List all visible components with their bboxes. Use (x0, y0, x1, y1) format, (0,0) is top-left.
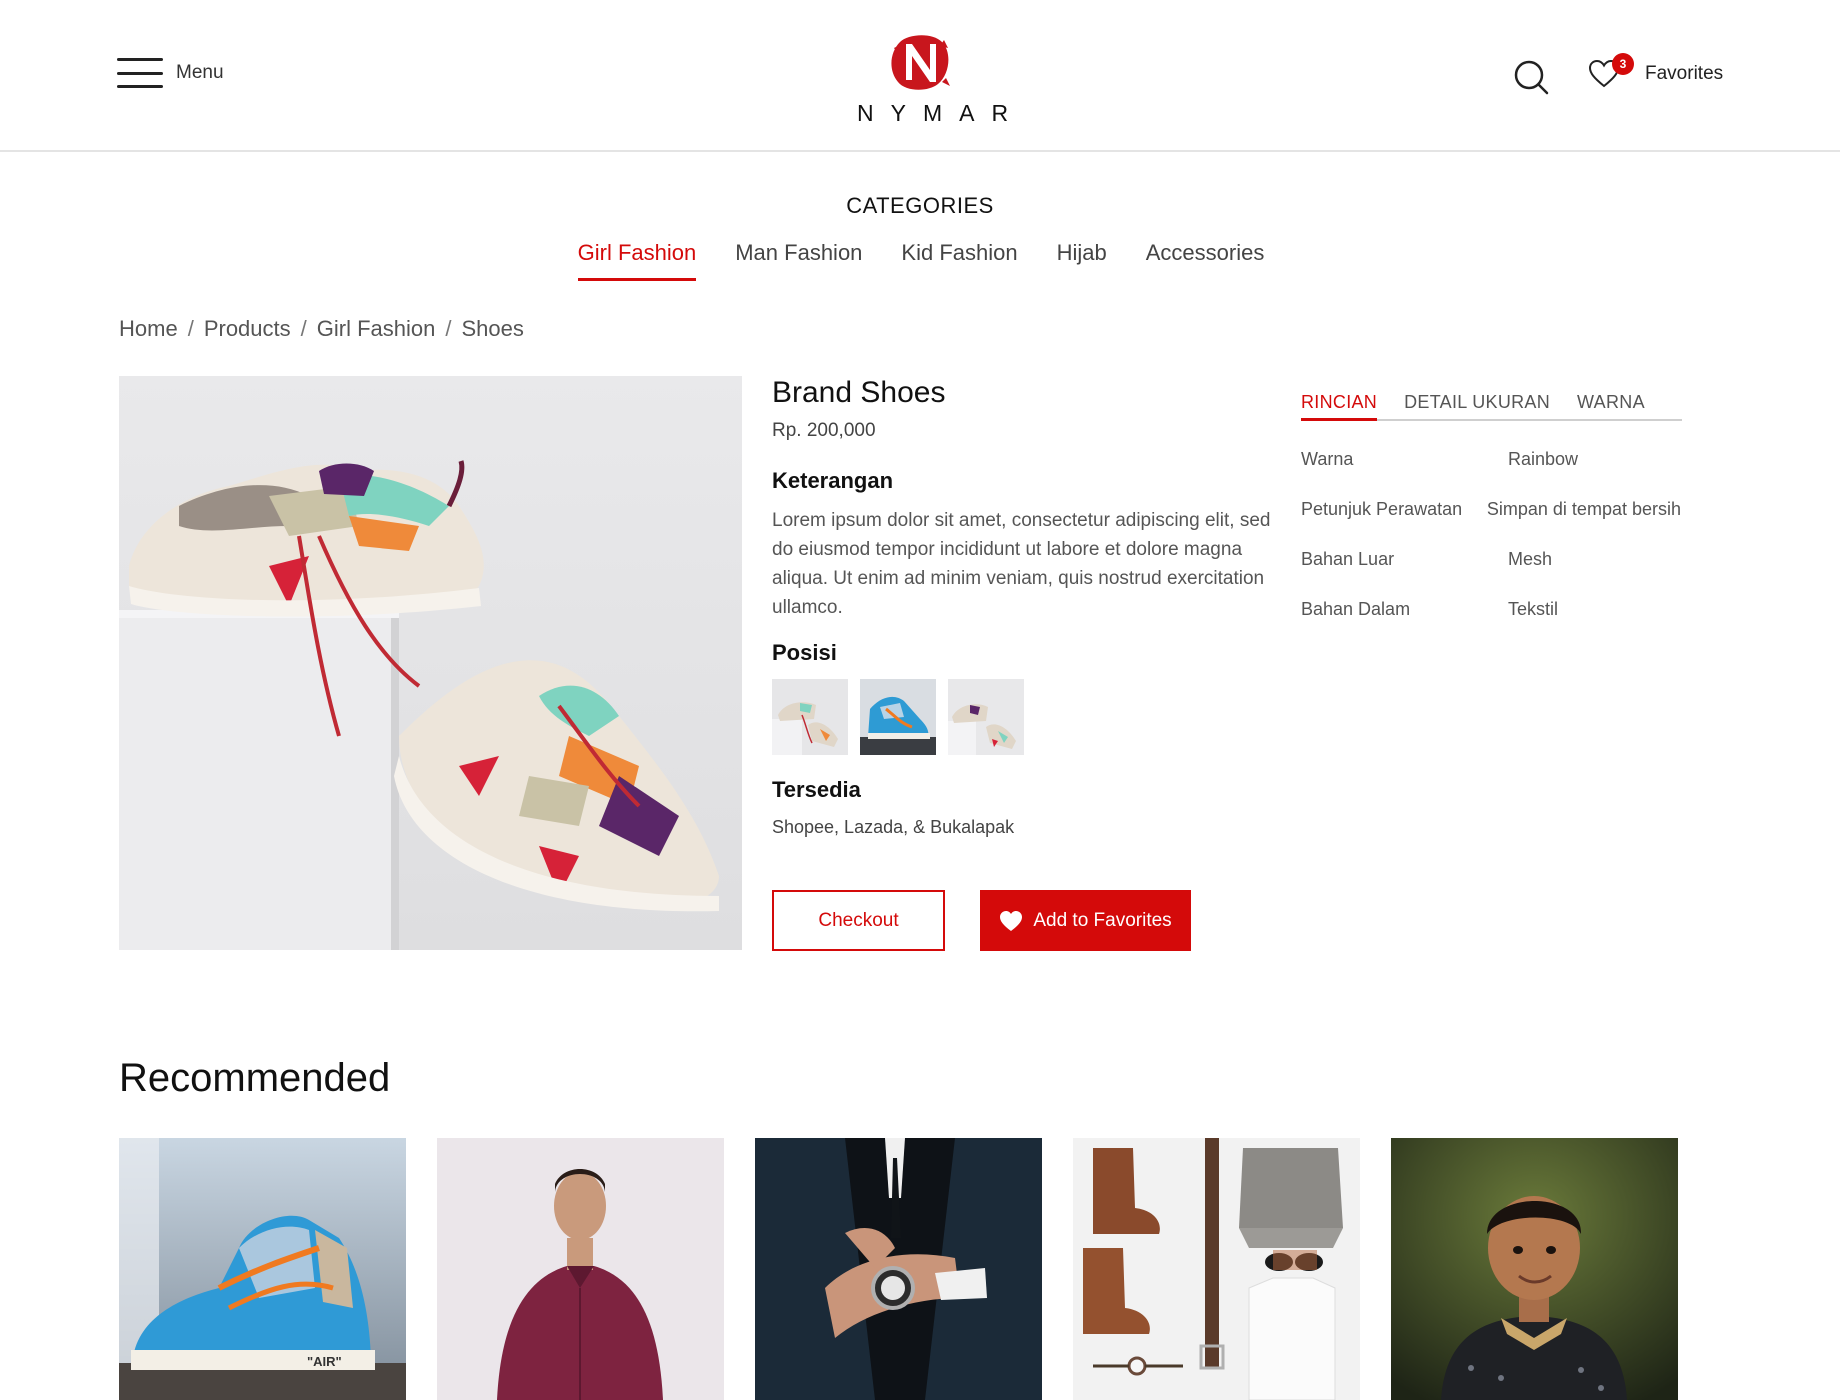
tab-warna[interactable]: WARNA (1577, 392, 1645, 419)
spec-key: Warna (1301, 449, 1354, 469)
breadcrumb-home[interactable]: Home (119, 316, 178, 342)
available-marketplaces: Shopee, Lazada, & Bukalapak (772, 817, 1015, 837)
add-to-favorites-button[interactable]: Add to Favorites (980, 890, 1191, 951)
product-actions: Checkout Add to Favorites (772, 890, 1191, 951)
category-tabs: Girl Fashion Man Fashion Kid Fashion Hij… (0, 240, 1840, 281)
spec-value: Tekstil (1508, 599, 1559, 619)
checkout-button[interactable]: Checkout (772, 890, 945, 951)
spec-key: Petunjuk Perawatan (1301, 499, 1463, 519)
spec-key: Bahan Luar (1301, 549, 1395, 569)
search-button[interactable] (1512, 58, 1550, 96)
spec-key: Bahan Dalam (1301, 599, 1411, 619)
tab-girl-fashion[interactable]: Girl Fashion (577, 240, 697, 281)
menu-label: Menu (176, 62, 224, 83)
thumbnail-1[interactable] (772, 679, 848, 755)
position-heading: Posisi (772, 640, 837, 665)
breadcrumb-girl-fashion[interactable]: Girl Fashion (317, 316, 436, 342)
tab-accessories[interactable]: Accessories (1146, 240, 1265, 281)
svg-text:"AIR": "AIR" (307, 1354, 342, 1369)
product-title: Brand Shoes (772, 376, 946, 409)
recommended-item-sneaker[interactable]: "AIR" (119, 1138, 406, 1400)
tab-hijab[interactable]: Hijab (1057, 240, 1107, 281)
site-header: Menu NYMAR 3 Favorites (0, 0, 1840, 152)
favorites-count-badge: 3 (1612, 53, 1634, 75)
spec-value: Rainbow (1508, 449, 1579, 469)
search-icon (1514, 60, 1549, 95)
recommended-item-flat-lay[interactable] (1073, 1138, 1360, 1400)
position-thumbnails (772, 679, 1272, 755)
spec-value: Mesh (1508, 549, 1553, 569)
hamburger-icon (117, 58, 163, 88)
categories-title: CATEGORIES (846, 193, 994, 218)
product-description: Lorem ipsum dolor sit amet, consectetur … (772, 510, 1271, 618)
recommended-item-kid[interactable] (1391, 1138, 1678, 1400)
thumbnail-2[interactable] (860, 679, 936, 755)
breadcrumb-shoes[interactable]: Shoes (461, 316, 523, 342)
tab-kid-fashion[interactable]: Kid Fashion (901, 240, 1017, 281)
tab-detail-ukuran[interactable]: DETAIL UKURAN (1404, 392, 1550, 419)
spec-table: Warna Rainbow Petunjuk Perawatan Simpan … (1301, 449, 1681, 649)
product-main-image (119, 376, 742, 950)
product-detail-panel: RINCIAN DETAIL UKURAN WARNA Warna Rainbo… (1301, 392, 1682, 649)
spec-row: Petunjuk Perawatan Simpan di tempat bers… (1301, 499, 1681, 549)
nymar-logo-mark-icon (891, 35, 950, 90)
favorites-link[interactable]: 3 Favorites (1588, 53, 1724, 90)
brand-logo[interactable]: NYMAR (840, 34, 1026, 127)
recommended-item-watch[interactable] (755, 1138, 1042, 1400)
detail-tabs: RINCIAN DETAIL UKURAN WARNA (1301, 392, 1682, 421)
spec-row: Bahan Luar Mesh (1301, 549, 1681, 599)
available-heading: Tersedia (772, 777, 861, 802)
spec-value: Simpan di tempat bersih (1486, 499, 1681, 519)
heart-filled-icon (1000, 910, 1023, 931)
tab-rincian[interactable]: RINCIAN (1301, 392, 1378, 421)
menu-button[interactable]: Menu (117, 58, 224, 88)
recommended-grid: "AIR" (119, 1138, 1678, 1400)
product-price: Rp. 200,000 (772, 420, 876, 441)
spec-row: Bahan Dalam Tekstil (1301, 599, 1681, 649)
spec-row: Warna Rainbow (1301, 449, 1681, 499)
product-info: Brand Shoes Rp. 200,000 Keterangan Lorem… (772, 376, 1272, 838)
breadcrumb-products[interactable]: Products (204, 316, 291, 342)
recommended-title: Recommended (119, 1056, 391, 1100)
add-to-favorites-label: Add to Favorites (1033, 909, 1172, 931)
breadcrumb: Home / Products / Girl Fashion / Shoes (119, 316, 524, 342)
description-heading: Keterangan (772, 468, 894, 493)
thumbnail-3[interactable] (948, 679, 1024, 755)
tab-man-fashion[interactable]: Man Fashion (735, 240, 862, 281)
logo-wordmark: NYMAR (857, 100, 1026, 126)
recommended-item-man-shirt[interactable] (437, 1138, 724, 1400)
favorites-label: Favorites (1645, 63, 1724, 84)
